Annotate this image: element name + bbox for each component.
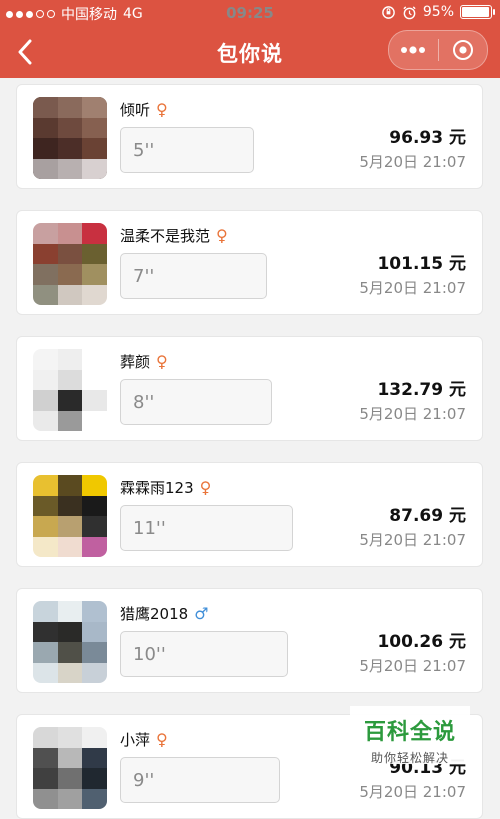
- watermark-logo: 百科全说 助你轻松解决: [350, 706, 470, 765]
- user-name: 温柔不是我范: [120, 227, 211, 245]
- timestamp: 5月20日 21:07: [359, 279, 466, 297]
- alarm-icon: [403, 5, 416, 19]
- voice-message-button[interactable]: 10'': [120, 631, 288, 677]
- timestamp: 5月20日 21:07: [359, 783, 466, 801]
- target-circle-icon: [452, 40, 473, 60]
- battery-fill: [462, 7, 489, 17]
- avatar: [33, 223, 107, 305]
- user-name: 猎鹰2018: [120, 605, 189, 623]
- close-mini-program-button[interactable]: [439, 31, 488, 69]
- name-row: 霖霖雨123 ♀: [120, 477, 211, 498]
- user-name: 倾听: [120, 101, 151, 119]
- male-icon: ♂: [194, 603, 209, 623]
- voice-message-button[interactable]: 5'': [120, 127, 254, 173]
- female-icon: ♀: [199, 477, 212, 497]
- female-icon: ♀: [156, 729, 168, 749]
- female-icon: ♀: [156, 99, 168, 119]
- timestamp: 5月20日 21:07: [359, 657, 466, 675]
- watermark-subtitle: 助你轻松解决: [370, 751, 449, 765]
- avatar: [33, 97, 107, 179]
- timestamp: 5月20日 21:07: [359, 531, 466, 549]
- timestamp: 5月20日 21:07: [359, 405, 466, 423]
- more-dots-icon: [401, 46, 426, 54]
- amount: 100.26 元: [377, 632, 466, 652]
- avatar: [33, 349, 107, 431]
- voice-message-button[interactable]: 9'': [120, 757, 280, 803]
- record-card[interactable]: 倾听 ♀ 5'' 96.93 元 5月20日 21:07: [16, 84, 483, 189]
- status-bar: 中国移动 4G 09:25 95%: [0, 0, 500, 26]
- avatar: [33, 601, 107, 683]
- voice-message-button[interactable]: 8'': [120, 379, 272, 425]
- user-name: 葬颜: [120, 353, 151, 371]
- more-button[interactable]: [389, 31, 438, 69]
- record-card[interactable]: 葬颜 ♀ 8'' 132.79 元 5月20日 21:07: [16, 336, 483, 441]
- user-name: 霖霖雨123: [120, 479, 194, 497]
- female-icon: ♀: [216, 225, 228, 245]
- timestamp: 5月20日 21:07: [359, 153, 466, 171]
- avatar: [33, 727, 107, 809]
- voice-message-button[interactable]: 7'': [120, 253, 267, 299]
- voice-message-button[interactable]: 11'': [120, 505, 293, 551]
- nav-bar: 包你说: [0, 26, 500, 78]
- user-name: 小萍: [120, 731, 151, 749]
- mini-program-capsule: [388, 30, 488, 70]
- name-row: 温柔不是我范 ♀: [120, 225, 228, 246]
- record-card[interactable]: 霖霖雨123 ♀ 11'' 87.69 元 5月20日 21:07: [16, 462, 483, 567]
- battery-percent: 95%: [422, 4, 454, 20]
- watermark-title: 百科全说: [363, 720, 456, 745]
- female-icon: ♀: [156, 351, 168, 371]
- amount: 132.79 元: [377, 380, 466, 400]
- avatar: [33, 475, 107, 557]
- name-row: 倾听 ♀: [120, 99, 168, 120]
- amount: 96.93 元: [389, 128, 466, 148]
- name-row: 猎鹰2018 ♂: [120, 603, 209, 624]
- orientation-lock-icon: [382, 5, 395, 19]
- record-card[interactable]: 温柔不是我范 ♀ 7'' 101.15 元 5月20日 21:07: [16, 210, 483, 315]
- battery-icon: [460, 5, 495, 19]
- app-header: 中国移动 4G 09:25 95% 包你说: [0, 0, 500, 78]
- name-row: 小萍 ♀: [120, 729, 168, 750]
- name-row: 葬颜 ♀: [120, 351, 168, 372]
- amount: 87.69 元: [389, 506, 466, 526]
- record-card[interactable]: 猎鹰2018 ♂ 10'' 100.26 元 5月20日 21:07: [16, 588, 483, 693]
- status-right: 95%: [381, 4, 495, 20]
- amount: 101.15 元: [377, 254, 466, 274]
